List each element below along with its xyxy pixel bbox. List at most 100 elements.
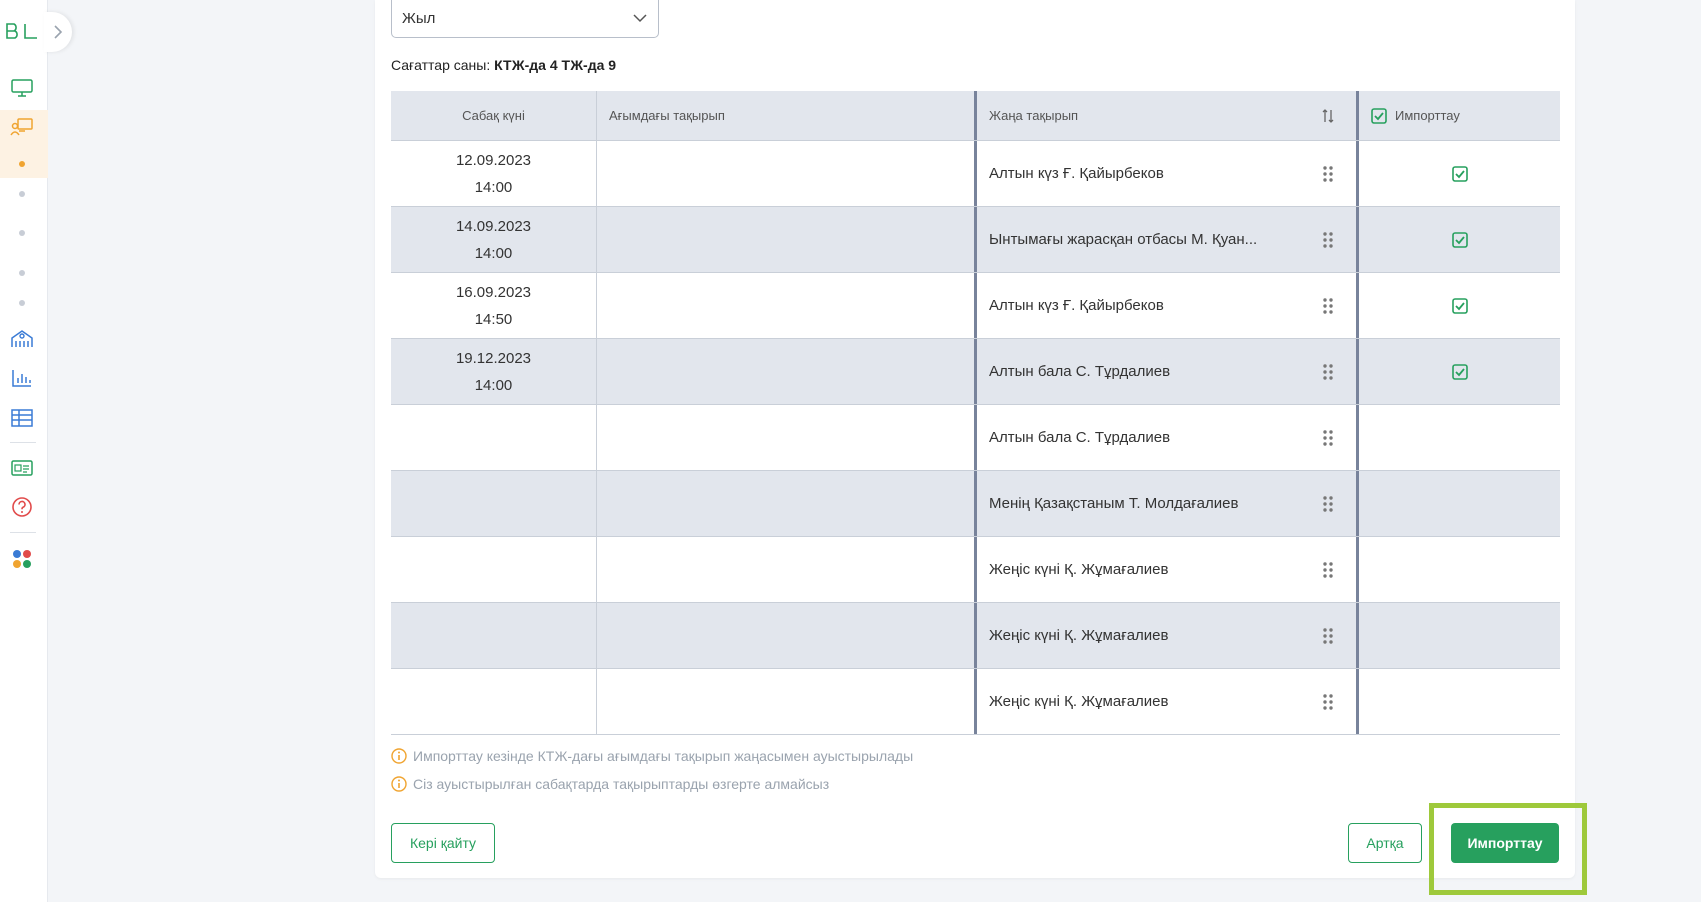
drag-handle-icon[interactable]: [1322, 561, 1334, 579]
lesson-date: 14.09.2023: [455, 217, 532, 235]
monitor-icon[interactable]: [8, 74, 36, 102]
import-checkbox-cell[interactable]: [1356, 537, 1560, 602]
lesson-date-cell: [391, 537, 596, 602]
import-checkbox-cell[interactable]: [1356, 669, 1560, 734]
lesson-time: 14:00: [474, 376, 513, 394]
lesson-date-cell: [391, 669, 596, 734]
sidebar-divider: [10, 442, 36, 443]
info-note-text: Импорттау кезінде КТЖ-дағы ағымдағы тақы…: [413, 748, 914, 764]
year-select[interactable]: Жыл: [391, 0, 659, 38]
nav-dot[interactable]: [19, 270, 25, 276]
new-topic-cell[interactable]: Алтын бала С. Тұрдалиев: [974, 339, 1356, 404]
new-topic-cell[interactable]: Жеңіс күні Қ. Жұмағалиев: [974, 537, 1356, 602]
table-row: 12.09.2023 14:00 Алтын күз Ғ. Қайырбеков: [391, 141, 1560, 207]
school-building-icon[interactable]: [8, 324, 36, 352]
lesson-date: 12.09.2023: [455, 151, 532, 169]
drag-handle-icon[interactable]: [1322, 693, 1334, 711]
table-row: Жеңіс күні Қ. Жұмағалиев: [391, 537, 1560, 603]
new-topic-cell[interactable]: Алтын күз Ғ. Қайырбеков: [974, 273, 1356, 338]
table-row: 19.12.2023 14:00 Алтын бала С. Тұрдалиев: [391, 339, 1560, 405]
drag-handle-icon[interactable]: [1322, 429, 1334, 447]
new-topic-text: Жеңіс күні Қ. Жұмағалиев: [989, 693, 1169, 710]
drag-handle-icon[interactable]: [1322, 495, 1334, 513]
table-grid-icon[interactable]: [8, 404, 36, 432]
current-topic-cell: [596, 471, 974, 536]
info-note-text: Сіз ауыстырылған сабақтарда тақырыптарды…: [413, 776, 830, 792]
back-button[interactable]: Артқа: [1348, 823, 1422, 863]
new-topic-text: Алтын бала С. Тұрдалиев: [989, 363, 1171, 380]
new-topic-cell[interactable]: Алтын бала С. Тұрдалиев: [974, 405, 1356, 470]
info-note: Импорттау кезінде КТЖ-дағы ағымдағы тақы…: [391, 748, 913, 764]
import-checkbox-cell[interactable]: [1356, 471, 1560, 536]
header-current-topic: Ағымдағы тақырып: [596, 91, 974, 140]
year-select-label: Жыл: [402, 10, 436, 27]
drag-handle-icon[interactable]: [1322, 627, 1334, 645]
import-checkbox-cell[interactable]: [1356, 141, 1560, 206]
chevron-down-icon: [633, 14, 647, 23]
new-topic-cell[interactable]: Жеңіс күні Қ. Жұмағалиев: [974, 603, 1356, 668]
nav-dot-active[interactable]: [19, 161, 25, 167]
id-card-icon[interactable]: [8, 454, 36, 482]
chevron-right-icon: [54, 25, 63, 39]
info-icon: [391, 776, 407, 792]
import-checkbox-cell[interactable]: [1356, 273, 1560, 338]
info-note: Сіз ауыстырылған сабақтарда тақырыптарды…: [391, 776, 829, 792]
checkbox-checked-icon[interactable]: [1451, 363, 1468, 380]
lesson-time: 14:00: [474, 244, 513, 262]
new-topic-text: Алтын бала С. Тұрдалиев: [989, 429, 1171, 446]
table-row: Жеңіс күні Қ. Жұмағалиев: [391, 669, 1560, 735]
current-topic-cell: [596, 603, 974, 668]
hours-count-label: Сағаттар саны:: [391, 57, 491, 73]
table-header: Сабақ күні Ағымдағы тақырып Жаңа тақырып…: [391, 91, 1560, 141]
apps-grid-icon[interactable]: [8, 545, 36, 573]
new-topic-cell[interactable]: Алтын күз Ғ. Қайырбеков: [974, 141, 1356, 206]
sidebar: [0, 0, 48, 902]
import-checkbox-cell[interactable]: [1356, 603, 1560, 668]
bar-chart-icon[interactable]: [8, 364, 36, 392]
topics-table: Сабақ күні Ағымдағы тақырып Жаңа тақырып…: [391, 91, 1560, 735]
import-checkbox-cell[interactable]: [1356, 339, 1560, 404]
info-icon: [391, 748, 407, 764]
lesson-date-cell: [391, 405, 596, 470]
sort-icon[interactable]: [1322, 108, 1334, 124]
select-all-checkbox-icon[interactable]: [1371, 107, 1387, 124]
header-import[interactable]: Импорттау: [1356, 91, 1560, 140]
lesson-date-cell: 14.09.2023 14:00: [391, 207, 596, 272]
drag-handle-icon[interactable]: [1322, 363, 1334, 381]
new-topic-text: Алтын күз Ғ. Қайырбеков: [989, 165, 1164, 182]
header-date: Сабақ күні: [462, 108, 525, 123]
current-topic-cell: [596, 273, 974, 338]
new-topic-text: Алтын күз Ғ. Қайырбеков: [989, 297, 1164, 314]
checkbox-checked-icon[interactable]: [1451, 165, 1468, 182]
checkbox-checked-icon[interactable]: [1451, 231, 1468, 248]
sidebar-expand-button[interactable]: [44, 12, 72, 52]
nav-dot[interactable]: [19, 300, 25, 306]
current-topic-cell: [596, 537, 974, 602]
drag-handle-icon[interactable]: [1322, 297, 1334, 315]
nav-dot[interactable]: [19, 191, 25, 197]
lesson-time: 14:50: [474, 310, 513, 328]
drag-handle-icon[interactable]: [1322, 231, 1334, 249]
lesson-date: 19.12.2023: [455, 349, 532, 367]
teacher-board-icon[interactable]: [8, 113, 36, 141]
help-circle-icon[interactable]: [8, 493, 36, 521]
nav-dot[interactable]: [19, 230, 25, 236]
import-checkbox-cell[interactable]: [1356, 207, 1560, 272]
new-topic-cell[interactable]: Ынтымағы жарасқан отбасы М. Қуан...: [974, 207, 1356, 272]
sidebar-divider: [10, 532, 36, 533]
new-topic-text: Жеңіс күні Қ. Жұмағалиев: [989, 627, 1169, 644]
import-checkbox-cell[interactable]: [1356, 405, 1560, 470]
drag-handle-icon[interactable]: [1322, 165, 1334, 183]
table-row: Жеңіс күні Қ. Жұмағалиев: [391, 603, 1560, 669]
table-row: 14.09.2023 14:00 Ынтымағы жарасқан отбасы …: [391, 207, 1560, 273]
header-new-topic-label: Жаңа тақырып: [989, 108, 1079, 123]
checkbox-checked-icon[interactable]: [1451, 297, 1468, 314]
current-topic-cell: [596, 141, 974, 206]
header-new-topic[interactable]: Жаңа тақырып: [974, 91, 1356, 140]
back-home-button[interactable]: Кері қайту: [391, 823, 495, 863]
new-topic-cell[interactable]: Жеңіс күні Қ. Жұмағалиев: [974, 669, 1356, 734]
new-topic-cell[interactable]: Менің Қазақстаным Т. Молдағалиев: [974, 471, 1356, 536]
lesson-date-cell: 16.09.2023 14:50: [391, 273, 596, 338]
current-topic-cell: [596, 669, 974, 734]
lesson-date-cell: 12.09.2023 14:00: [391, 141, 596, 206]
